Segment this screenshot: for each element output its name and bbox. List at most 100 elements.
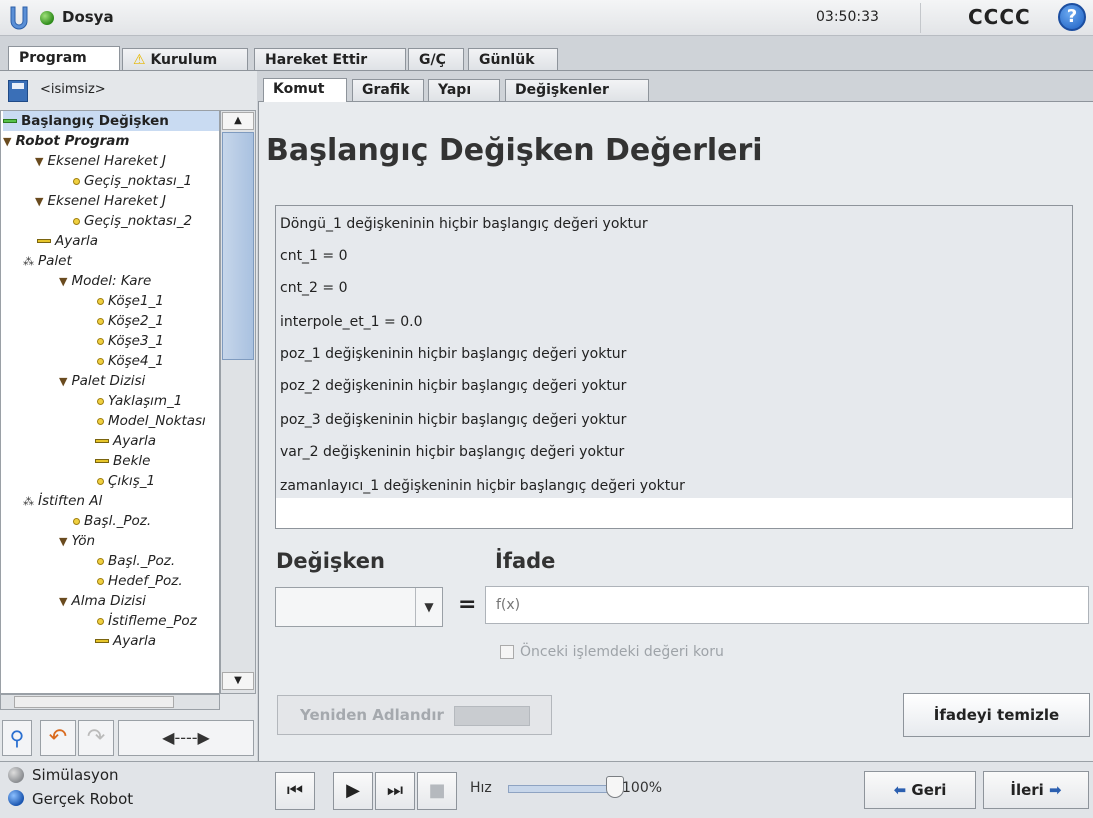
tab-io[interactable]: G/Ç — [408, 48, 464, 70]
set-icon — [95, 639, 109, 643]
redo-icon[interactable]: ↷ — [78, 720, 114, 756]
expression-label: İfade — [495, 549, 556, 573]
ur-logo-icon — [10, 6, 28, 30]
tree-item[interactable]: Ayarla — [37, 231, 98, 251]
triangle-icon: ▼ — [35, 195, 44, 208]
real-robot-label[interactable]: Gerçek Robot — [32, 790, 133, 808]
tab-log[interactable]: Günlük — [468, 48, 558, 70]
simulation-label[interactable]: Simülasyon — [32, 766, 119, 784]
list-item[interactable]: cnt_1 = 0 — [280, 240, 348, 272]
triangle-icon: ▼ — [59, 375, 68, 388]
search-icon[interactable]: ⚲ — [2, 720, 32, 756]
waypoint-icon — [97, 337, 104, 345]
chevron-down-icon[interactable]: ▼ — [415, 588, 442, 626]
tree-item[interactable]: ▼ Robot Program — [3, 131, 129, 151]
tree-item[interactable]: Köşe2_1 — [97, 311, 164, 331]
subtab-graphics[interactable]: Grafik — [352, 79, 424, 101]
tab-installation[interactable]: ⚠ Kurulum — [122, 48, 248, 70]
triangle-icon: ▼ — [3, 135, 12, 148]
program-file-name: <isimsiz> — [40, 82, 106, 97]
tab-installation-label: Kurulum — [150, 52, 218, 68]
waypoint-icon — [97, 617, 104, 625]
bar-green-icon — [3, 119, 17, 123]
next-button[interactable]: İleri ➡ — [983, 771, 1089, 809]
waypoint-icon — [73, 517, 80, 525]
tree-item[interactable]: Yaklaşım_1 — [97, 391, 182, 411]
tree-item[interactable]: ▼ Eksenel Hareket J — [35, 151, 166, 171]
keep-value-checkbox[interactable] — [500, 645, 514, 659]
waypoint-icon — [97, 317, 104, 325]
tree-item[interactable]: Çıkış_1 — [97, 471, 155, 491]
waypoint-icon — [73, 177, 80, 185]
program-tree[interactable]: Başlangıç Değişken ▼ Robot Program ▼ Eksen… — [0, 110, 220, 694]
tree-item[interactable]: ▼ Eksenel Hareket J — [35, 191, 166, 211]
tree-item[interactable]: ⁂ Palet — [23, 251, 72, 271]
file-menu[interactable]: Dosya — [62, 8, 114, 26]
tree-item[interactable]: Hedef_Poz. — [97, 571, 183, 591]
triangle-icon: ▼ — [59, 535, 68, 548]
tree-item[interactable]: İstifleme_Poz — [97, 611, 197, 631]
tree-item[interactable]: Ayarla — [95, 431, 156, 451]
step-icon[interactable]: ⏭ — [375, 772, 415, 810]
list-item[interactable]: interpole_et_1 = 0.0 — [280, 306, 422, 338]
expression-input[interactable] — [485, 586, 1089, 624]
real-robot-radio[interactable] — [8, 790, 24, 806]
tree-item[interactable]: ▼ Yön — [59, 531, 95, 551]
clear-expression-button[interactable]: İfadeyi temizle — [903, 693, 1090, 737]
tree-item[interactable]: Başl._Poz. — [73, 511, 151, 531]
tree-item[interactable]: Köşe1_1 — [97, 291, 164, 311]
tree-item[interactable]: Köşe3_1 — [97, 331, 164, 351]
tree-item[interactable]: Köşe4_1 — [97, 351, 164, 371]
arrow-left-icon: ⬅ — [893, 781, 907, 799]
double-arrow-icon: ◀----▶ — [162, 728, 210, 747]
rename-field-icon — [454, 706, 530, 726]
subtab-structure[interactable]: Yapı — [428, 79, 500, 101]
scroll-down-icon[interactable]: ▼ — [222, 672, 254, 690]
tree-item[interactable]: Başlangıç Değişken — [3, 111, 219, 131]
back-button[interactable]: ⬅ Geri — [864, 771, 976, 809]
subtab-variables[interactable]: Değişkenler — [505, 79, 649, 101]
scroll-up-icon[interactable]: ▲ — [222, 112, 254, 130]
waypoint-icon — [97, 577, 104, 585]
subtab-command[interactable]: Komut — [263, 78, 347, 102]
tree-item[interactable]: ▼ Alma Dizisi — [59, 591, 146, 611]
list-item[interactable]: cnt_2 = 0 — [280, 272, 348, 304]
tree-item[interactable]: ▼ Palet Dizisi — [59, 371, 145, 391]
equals-sign: = — [458, 592, 477, 617]
tree-item[interactable]: ▼ Model: Kare — [59, 271, 151, 291]
skip-back-icon[interactable]: ⏮ — [275, 772, 315, 810]
set-icon — [95, 439, 109, 443]
divider — [920, 3, 921, 33]
tree-item[interactable]: Başl._Poz. — [97, 551, 175, 571]
waypoint-icon — [97, 417, 104, 425]
list-item[interactable]: poz_1 değişkeninin hiçbir başlangıç değe… — [280, 338, 626, 370]
tab-program[interactable]: Program — [8, 46, 120, 71]
tree-item[interactable]: Model_Noktası — [97, 411, 206, 431]
stop-icon[interactable]: ■ — [417, 772, 457, 810]
tab-move[interactable]: Hareket Ettir — [254, 48, 406, 70]
tree-item[interactable]: Bekle — [95, 451, 150, 471]
wait-icon — [95, 459, 109, 463]
save-icon[interactable] — [8, 80, 28, 102]
scrollbar-thumb[interactable] — [222, 132, 254, 360]
list-item[interactable]: poz_2 değişkeninin hiçbir başlangıç değe… — [280, 370, 626, 402]
list-item[interactable]: var_2 değişkeninin hiçbir başlangıç değe… — [280, 436, 624, 468]
list-item[interactable]: poz_3 değişkeninin hiçbir başlangıç değe… — [280, 404, 626, 436]
tree-item[interactable]: Geçiş_noktası_1 — [73, 171, 192, 191]
tree-item[interactable]: Ayarla — [95, 631, 156, 651]
speed-value: 100% — [622, 780, 663, 796]
simulation-radio[interactable] — [8, 767, 24, 783]
waypoint-icon — [97, 557, 104, 565]
undo-icon[interactable]: ↶ — [40, 720, 76, 756]
tree-item[interactable]: Geçiş_noktası_2 — [73, 211, 192, 231]
waypoint-icon — [97, 297, 104, 305]
robot-name: CCCC — [968, 5, 1031, 29]
help-button[interactable]: ? — [1058, 3, 1086, 31]
horizontal-scrollbar-thumb[interactable] — [14, 696, 174, 708]
move-node-button[interactable]: ◀----▶ — [118, 720, 254, 756]
title-bar — [0, 0, 1093, 36]
list-item[interactable]: Döngü_1 değişkeninin hiçbir başlangıç de… — [280, 208, 648, 240]
speed-slider[interactable] — [508, 785, 618, 793]
tree-item[interactable]: ⁂ İstiften Al — [23, 491, 102, 511]
play-icon[interactable]: ▶ — [333, 772, 373, 810]
